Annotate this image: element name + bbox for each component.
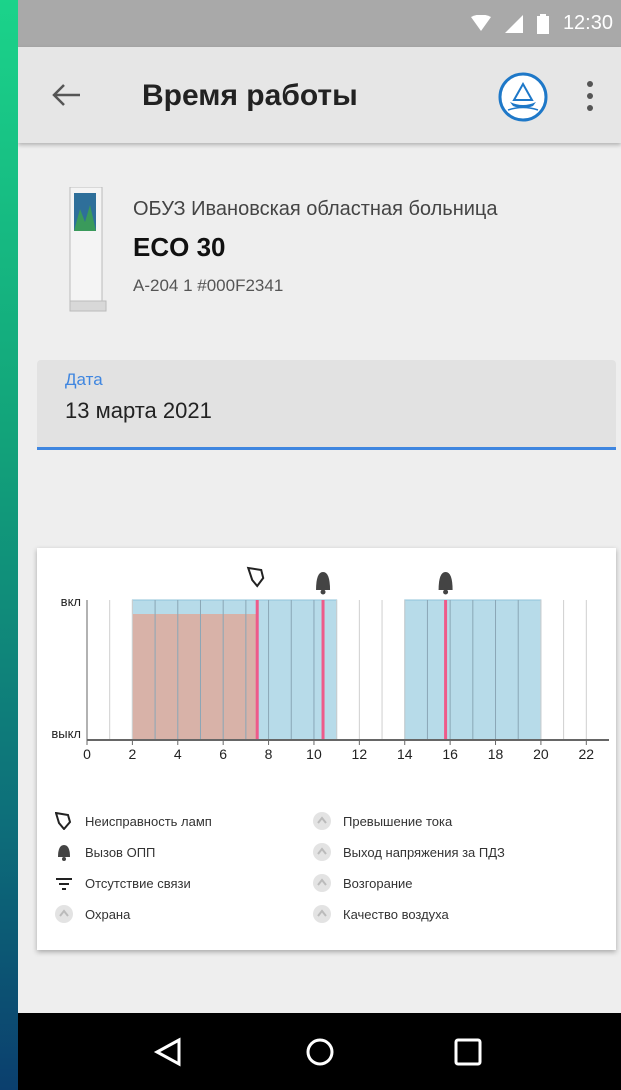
legend-label: Выход напряжения за ПДЗ [343, 844, 505, 860]
status-time: 12:30 [562, 12, 613, 34]
y-label-off: выкл [51, 726, 81, 741]
ship-logo-icon[interactable] [498, 72, 548, 122]
air-quality-icon [313, 905, 331, 923]
x-tick-label: 10 [306, 746, 322, 762]
device-model: ECO 30 [133, 232, 226, 262]
bell-icon [438, 572, 453, 590]
date-label: Дата [65, 370, 103, 389]
navigation-bar [18, 1013, 621, 1090]
legend-item: Выход напряжения за ПДЗ [313, 843, 505, 861]
phone-screen: 12:30 Время работы ОБУЗ Ивановская облас… [18, 0, 621, 1090]
legend-item: Вызов ОПП [55, 843, 155, 861]
work-time-chart-card: вкл выкл 0 2 4 6 8 10 12 14 16 18 20 22 Неисправность… [37, 548, 616, 950]
bell-icon-clapper [320, 589, 326, 595]
lamp-icon [246, 566, 265, 588]
x-tick-label: 16 [442, 746, 458, 762]
legend-label: Качество воздуха [343, 906, 449, 922]
device-image [69, 187, 107, 312]
legend-label: Вызов ОПП [85, 844, 156, 860]
no-connection-icon [56, 878, 72, 890]
x-tick-label: 4 [174, 746, 182, 762]
x-tick-label: 14 [397, 746, 413, 762]
x-tick-label: 22 [579, 746, 595, 762]
wifi-icon [470, 14, 491, 31]
fire-icon [313, 874, 331, 892]
lamp-fault-area [132, 614, 258, 740]
page-title: Время работы [142, 79, 358, 112]
x-tick-label: 20 [533, 746, 549, 762]
back-arrow-icon[interactable] [48, 77, 84, 113]
legend-label: Возгорание [343, 875, 413, 891]
x-tick-label: 2 [128, 746, 136, 762]
app-bar: Время работы [18, 47, 621, 143]
bell-icon [316, 572, 331, 590]
nav-back-icon[interactable] [151, 1035, 185, 1069]
work-time-chart: вкл выкл0 2 4 6 8 10 12 14 16 18 20 22 [51, 566, 609, 762]
legend-item: Превышение тока [313, 812, 452, 830]
guard-icon [55, 905, 73, 923]
legend-label: Отсутствие связи [85, 875, 191, 891]
organization-name: ОБУЗ Ивановская областная больница [133, 198, 498, 220]
legend-item: Охрана [55, 905, 130, 923]
bell-icon [58, 845, 70, 861]
date-value: 13 марта 2021 [65, 398, 212, 423]
x-tick-label: 12 [352, 746, 368, 762]
signal-icon [504, 14, 523, 33]
legend-label: Неисправность ламп [85, 813, 212, 829]
device-serial: A-204 1 #000F2341 [133, 276, 284, 295]
x-tick-label: 8 [265, 746, 273, 762]
x-tick-label: 18 [488, 746, 504, 762]
legend-label: Охрана [85, 906, 131, 922]
lamp-icon [55, 812, 72, 830]
voltage-icon [313, 843, 331, 861]
nav-recents-icon[interactable] [451, 1035, 485, 1069]
status-bar: 12:30 [18, 0, 621, 47]
legend-item: Качество воздуха [313, 905, 449, 923]
legend-item: Отсутствие связи [55, 874, 191, 892]
nav-home-icon[interactable] [303, 1035, 337, 1069]
x-tick-label: 0 [83, 746, 91, 762]
legend-item: Неисправность ламп [55, 812, 212, 830]
battery-icon [536, 13, 549, 34]
x-tick-label: 6 [219, 746, 227, 762]
more-menu-icon[interactable] [584, 79, 596, 113]
y-label-on: вкл [61, 594, 81, 609]
legend-label: Превышение тока [343, 813, 453, 829]
legend-item: Возгорание [313, 874, 413, 892]
overcurrent-icon [313, 812, 331, 830]
date-field[interactable]: Дата 13 марта 2021 [37, 360, 616, 450]
bell-icon-clapper [443, 589, 449, 595]
